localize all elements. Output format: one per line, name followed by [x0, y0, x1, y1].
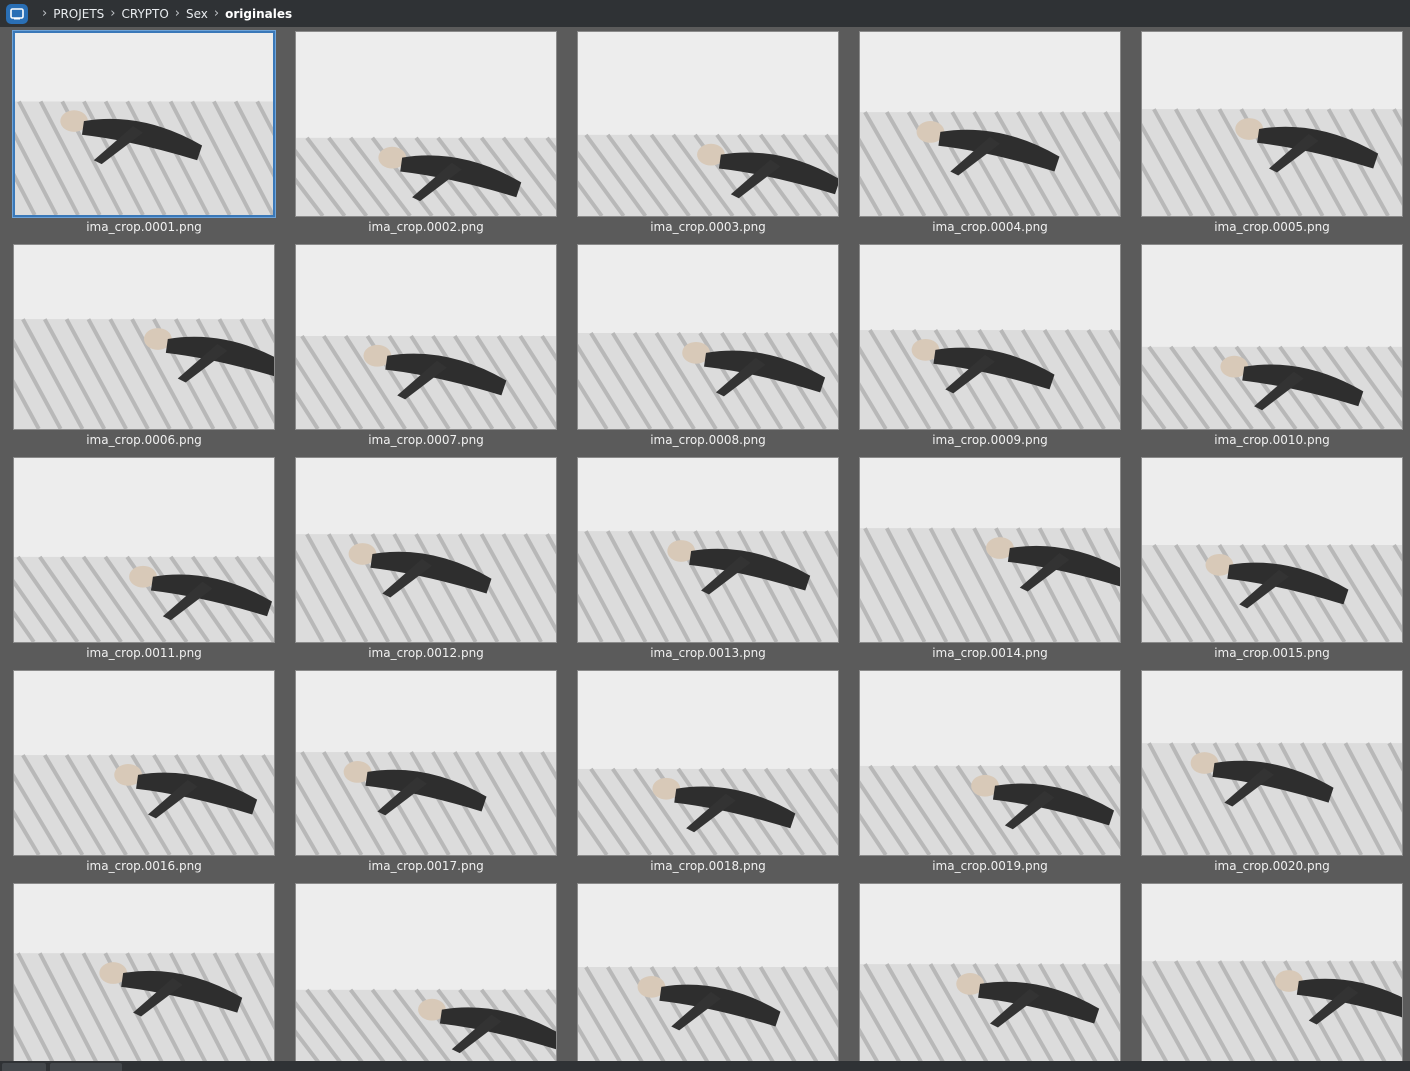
- thumbnail-image: [1141, 244, 1403, 430]
- thumbnail-item[interactable]: ima_crop.0020.png: [1141, 670, 1403, 875]
- thumbnail-item[interactable]: ima_crop.0018.png: [577, 670, 839, 875]
- thumbnail-filename: ima_crop.0003.png: [650, 220, 766, 234]
- thumbnail-filename: ima_crop.0014.png: [932, 646, 1048, 660]
- thumbnail-item[interactable]: [859, 883, 1121, 1061]
- breadcrumb-originales[interactable]: originales: [225, 7, 292, 21]
- thumbnail-image: [13, 670, 275, 856]
- thumbnail-image: [577, 31, 839, 217]
- thumbnail-image: [577, 883, 839, 1061]
- thumbnail-filename: ima_crop.0010.png: [1214, 433, 1330, 447]
- thumbnail-item[interactable]: ima_crop.0017.png: [295, 670, 557, 875]
- thumbnail-item[interactable]: ima_crop.0006.png: [13, 244, 275, 449]
- thumbnail-item[interactable]: ima_crop.0005.png: [1141, 31, 1403, 236]
- thumbnail-image: [295, 244, 557, 430]
- home-icon[interactable]: [6, 3, 28, 24]
- thumbnail-grid: ima_crop.0001.png ima_crop.0002.png ima_…: [0, 27, 1410, 1061]
- thumbnail-filename: ima_crop.0002.png: [368, 220, 484, 234]
- chevron-right-icon: ›: [42, 6, 48, 21]
- thumbnail-image: [1141, 31, 1403, 217]
- thumbnail-image: [859, 457, 1121, 643]
- thumbnail-image: [13, 457, 275, 643]
- status-tab[interactable]: [2, 1063, 46, 1071]
- thumbnail-image: [577, 670, 839, 856]
- thumbnail-filename: ima_crop.0007.png: [368, 433, 484, 447]
- breadcrumb-projets[interactable]: PROJETS: [53, 7, 104, 21]
- thumbnail-image: [295, 883, 557, 1061]
- thumbnail-item[interactable]: ima_crop.0004.png: [859, 31, 1121, 236]
- thumbnail-image: [13, 244, 275, 430]
- thumbnail-image: [295, 31, 557, 217]
- thumbnail-item[interactable]: ima_crop.0002.png: [295, 31, 557, 236]
- status-bar: [0, 1061, 1410, 1071]
- thumbnail-item[interactable]: ima_crop.0011.png: [13, 457, 275, 662]
- chevron-right-icon: ›: [174, 6, 180, 21]
- thumbnail-filename: ima_crop.0018.png: [650, 859, 766, 873]
- thumbnail-image: [577, 244, 839, 430]
- thumbnail-item[interactable]: ima_crop.0007.png: [295, 244, 557, 449]
- thumbnail-filename: ima_crop.0011.png: [86, 646, 202, 660]
- thumbnail-item[interactable]: ima_crop.0019.png: [859, 670, 1121, 875]
- thumbnail-item[interactable]: ima_crop.0016.png: [13, 670, 275, 875]
- thumbnail-image: [577, 457, 839, 643]
- thumbnail-filename: ima_crop.0009.png: [932, 433, 1048, 447]
- breadcrumb-crypto[interactable]: CRYPTO: [122, 7, 169, 21]
- thumbnail-item[interactable]: [577, 883, 839, 1061]
- thumbnail-filename: ima_crop.0005.png: [1214, 220, 1330, 234]
- thumbnail-item[interactable]: [295, 883, 557, 1061]
- thumbnail-filename: ima_crop.0004.png: [932, 220, 1048, 234]
- thumbnail-item[interactable]: ima_crop.0015.png: [1141, 457, 1403, 662]
- breadcrumb-sex[interactable]: Sex: [186, 7, 208, 21]
- status-tab[interactable]: [50, 1063, 122, 1071]
- thumbnail-filename: ima_crop.0019.png: [932, 859, 1048, 873]
- thumbnail-filename: ima_crop.0013.png: [650, 646, 766, 660]
- thumbnail-item[interactable]: ima_crop.0013.png: [577, 457, 839, 662]
- thumbnail-item[interactable]: [13, 883, 275, 1061]
- thumbnail-image: [295, 457, 557, 643]
- thumbnail-filename: ima_crop.0020.png: [1214, 859, 1330, 873]
- chevron-right-icon: ›: [110, 6, 116, 21]
- chevron-right-icon: ›: [213, 6, 220, 21]
- breadcrumb-bar: › PROJETS › CRYPTO › Sex › originales: [0, 0, 1410, 27]
- thumbnail-item[interactable]: ima_crop.0012.png: [295, 457, 557, 662]
- thumbnail-item[interactable]: ima_crop.0003.png: [577, 31, 839, 236]
- thumbnail-filename: ima_crop.0008.png: [650, 433, 766, 447]
- thumbnail-image: [1141, 883, 1403, 1061]
- thumbnail-item[interactable]: ima_crop.0010.png: [1141, 244, 1403, 449]
- thumbnail-filename: ima_crop.0012.png: [368, 646, 484, 660]
- thumbnail-image: [13, 31, 275, 217]
- thumbnail-image: [859, 883, 1121, 1061]
- thumbnail-image: [13, 883, 275, 1061]
- thumbnail-item[interactable]: [1141, 883, 1403, 1061]
- thumbnail-item[interactable]: ima_crop.0008.png: [577, 244, 839, 449]
- thumbnail-filename: ima_crop.0016.png: [86, 859, 202, 873]
- thumbnail-filename: ima_crop.0015.png: [1214, 646, 1330, 660]
- thumbnail-filename: ima_crop.0006.png: [86, 433, 202, 447]
- thumbnail-filename: ima_crop.0017.png: [368, 859, 484, 873]
- thumbnail-filename: ima_crop.0001.png: [86, 220, 202, 234]
- thumbnail-image: [859, 244, 1121, 430]
- thumbnail-image: [1141, 670, 1403, 856]
- thumbnail-item[interactable]: ima_crop.0009.png: [859, 244, 1121, 449]
- thumbnail-item[interactable]: ima_crop.0001.png: [13, 31, 275, 236]
- thumbnail-image: [859, 31, 1121, 217]
- thumbnail-image: [1141, 457, 1403, 643]
- thumbnail-image: [859, 670, 1121, 856]
- thumbnail-item[interactable]: ima_crop.0014.png: [859, 457, 1121, 662]
- thumbnail-image: [295, 670, 557, 856]
